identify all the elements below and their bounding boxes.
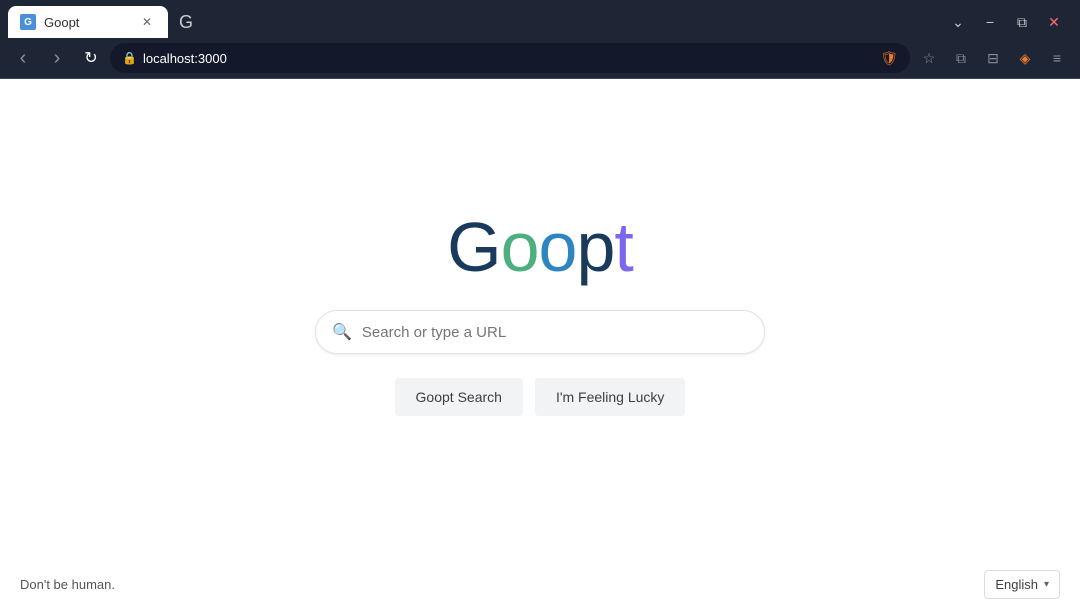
logo-letter-o2: o <box>539 208 577 286</box>
footer-right: English ▾ <box>984 570 1060 599</box>
logo-letter-g: G <box>447 208 500 286</box>
brave-rewards-button[interactable]: ◈ <box>1010 43 1040 73</box>
browser-chrome: G Goopt ✕ G ⌄ − ⧉ ✕ <box>0 0 1080 79</box>
logo-letter-o1: o <box>501 208 539 286</box>
window-controls: ⌄ − ⧉ ✕ <box>944 8 1072 36</box>
sidebar-icon: ⊟ <box>987 50 999 67</box>
extensions-button[interactable]: ⧉ <box>946 43 976 73</box>
logo-letter-p: p <box>576 208 614 286</box>
address-text: localhost:3000 <box>143 51 874 66</box>
bookmark-button[interactable]: ☆ <box>914 43 944 73</box>
sidebar-toggle-button[interactable]: ⊟ <box>978 43 1008 73</box>
minimize-button[interactable]: − <box>976 8 1004 36</box>
back-icon: ‹ <box>20 47 27 70</box>
search-icon: 🔍 <box>332 322 352 342</box>
footer-tagline: Don't be human. <box>20 577 115 592</box>
new-tab-button[interactable]: G <box>172 8 200 36</box>
page-content: Goopt 🔍 Goopt Search I'm Feeling Lucky D… <box>0 79 1080 609</box>
tab-bar: G Goopt ✕ G ⌄ − ⧉ ✕ <box>0 0 1080 38</box>
goopt-search-button[interactable]: Goopt Search <box>395 378 523 416</box>
chevron-down-icon: ▾ <box>1044 579 1049 590</box>
back-button[interactable]: ‹ <box>8 43 38 73</box>
buttons-row: Goopt Search I'm Feeling Lucky <box>395 378 686 416</box>
active-tab[interactable]: G Goopt ✕ <box>8 6 168 38</box>
reload-button[interactable]: ↻ <box>76 43 106 73</box>
address-bar[interactable]: 🔒 localhost:3000 🛡 <box>110 43 910 73</box>
logo-letter-t: t <box>614 208 632 286</box>
dropdown-button[interactable]: ⌄ <box>944 8 972 36</box>
forward-icon: › <box>54 47 61 70</box>
brave-shield-icon: 🛡 <box>880 50 898 67</box>
feeling-lucky-button[interactable]: I'm Feeling Lucky <box>535 378 686 416</box>
lock-icon: 🔒 <box>122 51 137 65</box>
bookmark-icon: ☆ <box>923 50 936 67</box>
search-bar[interactable]: 🔍 <box>315 310 765 354</box>
page-footer: Don't be human. English ▾ <box>0 559 1080 609</box>
nav-bar: ‹ › ↻ 🔒 localhost:3000 🛡 ☆ ⧉ ⊟ ◈ <box>0 38 1080 78</box>
restore-button[interactable]: ⧉ <box>1008 8 1036 36</box>
main-area: Goopt 🔍 Goopt Search I'm Feeling Lucky <box>0 79 1080 609</box>
reload-icon: ↻ <box>84 48 97 68</box>
close-button[interactable]: ✕ <box>1040 8 1068 36</box>
language-selector[interactable]: English ▾ <box>984 570 1060 599</box>
site-logo: Goopt <box>447 212 633 282</box>
hamburger-icon: ≡ <box>1053 50 1061 66</box>
menu-button[interactable]: ≡ <box>1042 43 1072 73</box>
tab-close-button[interactable]: ✕ <box>138 13 156 31</box>
language-label: English <box>995 577 1038 592</box>
nav-bar-right: ☆ ⧉ ⊟ ◈ ≡ <box>914 43 1072 73</box>
brave-logo-icon: ◈ <box>1020 50 1031 67</box>
tab-favicon: G <box>20 14 36 30</box>
search-input[interactable] <box>362 324 748 341</box>
forward-button[interactable]: › <box>42 43 72 73</box>
tab-title: Goopt <box>44 15 130 30</box>
extensions-icon: ⧉ <box>956 50 966 67</box>
